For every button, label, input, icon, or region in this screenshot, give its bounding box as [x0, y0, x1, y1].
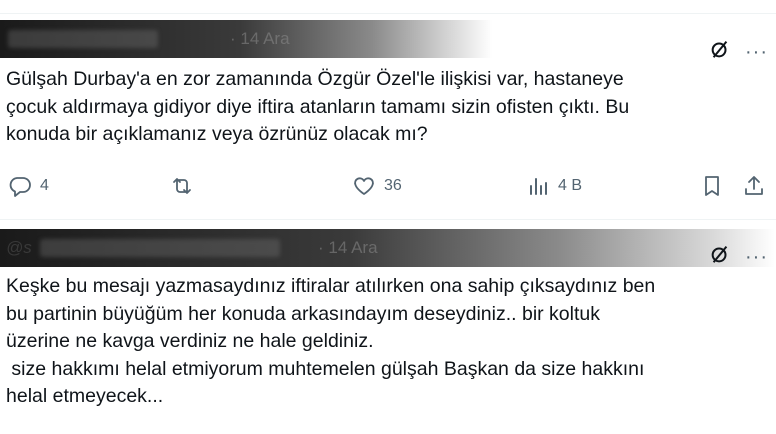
reply-button[interactable]: 4 — [8, 174, 49, 198]
tweet-text: Gülşah Durbay'a en zor zamanında Özgür Ö… — [6, 68, 630, 145]
tweet[interactable]: @s · 14 Ara ··· Keşke bu mesajı yazmasay… — [0, 221, 776, 434]
views-button[interactable]: 4 B — [526, 174, 582, 198]
bookmark-icon — [705, 176, 719, 196]
views-count: 4 B — [558, 177, 583, 194]
more-icon[interactable]: ··· — [745, 42, 768, 62]
heart-icon — [354, 177, 374, 195]
bookmark-button[interactable] — [700, 174, 724, 198]
timeline-top-divider — [0, 0, 776, 14]
share-icon — [745, 176, 763, 195]
like-button[interactable]: 36 — [352, 174, 402, 198]
repost-icon — [173, 178, 191, 194]
more-icon[interactable]: ··· — [745, 247, 768, 267]
blurred-author-name — [40, 239, 280, 257]
reply-icon — [9, 177, 31, 197]
like-count: 36 — [384, 177, 402, 194]
reply-count: 4 — [40, 177, 49, 194]
tweet-action-bar: 4 36 4 B — [0, 174, 776, 202]
redacted-author-header: · 14 Ara — [0, 20, 600, 58]
repost-button[interactable] — [170, 174, 202, 198]
tweet-text: Keşke bu mesajı yazmasaydınız iftiralar … — [6, 275, 656, 407]
grok-icon[interactable] — [709, 38, 731, 65]
share-button[interactable] — [742, 174, 766, 198]
grok-icon[interactable] — [709, 243, 731, 270]
author-handle-fragment: @s — [6, 238, 32, 257]
views-icon — [530, 178, 547, 195]
redacted-author-header: @s · 14 Ara — [0, 229, 775, 267]
tweet-timestamp[interactable]: · 14 Ara — [318, 229, 378, 267]
tweet[interactable]: · 14 Ara ··· Gülşah Durbay'a en zor zama… — [0, 14, 776, 220]
tweet-top-actions: ··· — [709, 38, 768, 65]
blurred-author-name — [8, 30, 158, 48]
tweet-top-actions: ··· — [709, 243, 768, 270]
tweet-timestamp[interactable]: · 14 Ara — [230, 20, 290, 58]
